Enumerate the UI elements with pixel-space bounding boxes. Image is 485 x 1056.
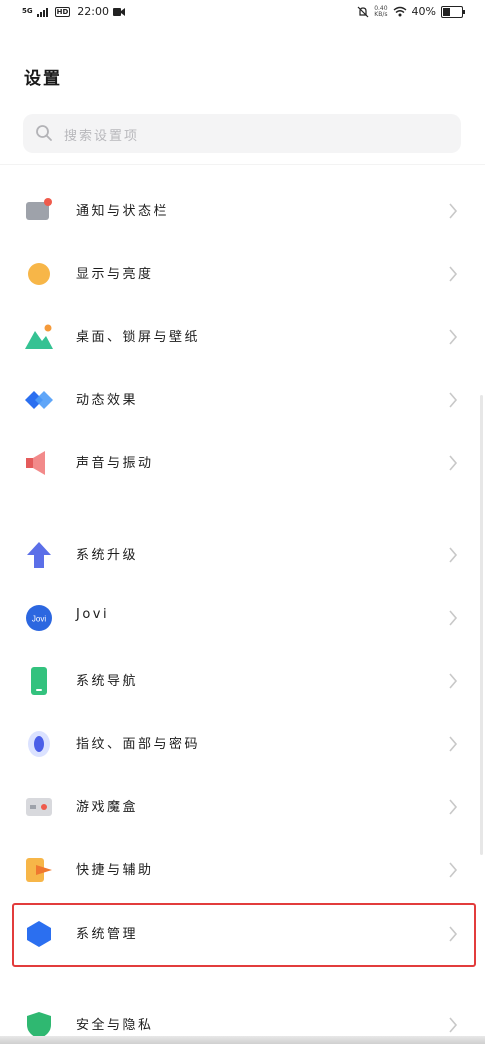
signal-icon [36,7,48,17]
settings-item-animation[interactable]: 动态效果 [0,368,485,431]
svg-text:Jovi: Jovi [32,615,46,624]
chevron-right-icon [449,455,458,471]
settings-item-display[interactable]: 显示与亮度 [0,242,485,305]
settings-item-shortcuts[interactable]: 快捷与辅助 [0,838,485,901]
settings-item-label: 系统升级 [76,548,139,563]
chevron-right-icon [449,610,458,626]
chevron-right-icon [449,799,458,815]
settings-item-label: 系统导航 [76,674,139,689]
battery-percent: 40% [411,5,436,18]
settings-item-wallpaper[interactable]: 桌面、锁屏与壁纸 [0,305,485,368]
mute-icon [357,6,369,17]
highlight-box [12,903,476,967]
chevron-right-icon [449,203,458,219]
sound-icon [26,451,45,475]
settings-item-label: 声音与振动 [76,456,154,471]
wallpaper-icon [25,324,53,349]
settings-item-label: 桌面、锁屏与壁纸 [76,330,201,345]
chevron-right-icon [449,547,458,563]
chevron-right-icon [449,1017,458,1033]
search-input[interactable]: 搜索设置项 [23,114,461,153]
settings-item-label: 游戏魔盒 [76,800,139,815]
chevron-right-icon [449,862,458,878]
video-icon [113,7,125,16]
jovi-icon: Jovi [26,605,52,631]
divider [0,164,485,165]
navigation-icon [31,667,47,695]
settings-item-sound[interactable]: 声音与振动 [0,431,485,494]
chevron-right-icon [449,329,458,345]
settings-item-label: Jovi [76,607,110,622]
chevron-right-icon [449,673,458,689]
bottom-edge [0,1036,485,1044]
search-icon [36,125,52,141]
settings-item-fingerprint[interactable]: 指纹、面部与密码 [0,712,485,775]
game-box-icon [26,798,52,816]
settings-item-label: 快捷与辅助 [76,863,154,878]
settings-item-label: 安全与隐私 [76,1018,154,1033]
settings-item-notifications[interactable]: 通知与状态栏 [0,179,485,242]
chevron-right-icon [449,736,458,752]
settings-item-security[interactable]: 安全与隐私 [0,993,485,1056]
chevron-right-icon [449,392,458,408]
settings-item-game-box[interactable]: 游戏魔盒 [0,775,485,838]
settings-item-label: 显示与亮度 [76,267,154,282]
settings-item-label: 指纹、面部与密码 [76,737,201,752]
network-speed: 0.40 KB/s [374,4,388,18]
display-icon [28,263,50,285]
fingerprint-icon [28,731,50,757]
settings-item-label: 通知与状态栏 [76,204,170,219]
hd-badge: HD [54,6,71,17]
update-icon [27,542,51,568]
battery-icon [441,5,465,18]
wifi-icon [393,6,406,17]
settings-item-jovi[interactable]: Jovi Jovi [0,586,485,649]
search-placeholder: 搜索设置项 [64,129,140,144]
chevron-right-icon [449,266,458,282]
notification-icon [26,198,52,220]
animation-icon [25,391,53,409]
clock: 22:00 [77,5,109,18]
page-title: 设置 [24,69,62,89]
settings-item-label: 动态效果 [76,393,139,408]
status-bar: 5G HD 22:00 0.40 KB/s 40% [0,0,485,30]
network-type: 5G [22,7,33,15]
shortcut-icon [26,858,52,882]
settings-item-navigation[interactable]: 系统导航 [0,649,485,712]
scrollbar[interactable] [480,395,483,855]
settings-item-system-update[interactable]: 系统升级 [0,523,485,586]
